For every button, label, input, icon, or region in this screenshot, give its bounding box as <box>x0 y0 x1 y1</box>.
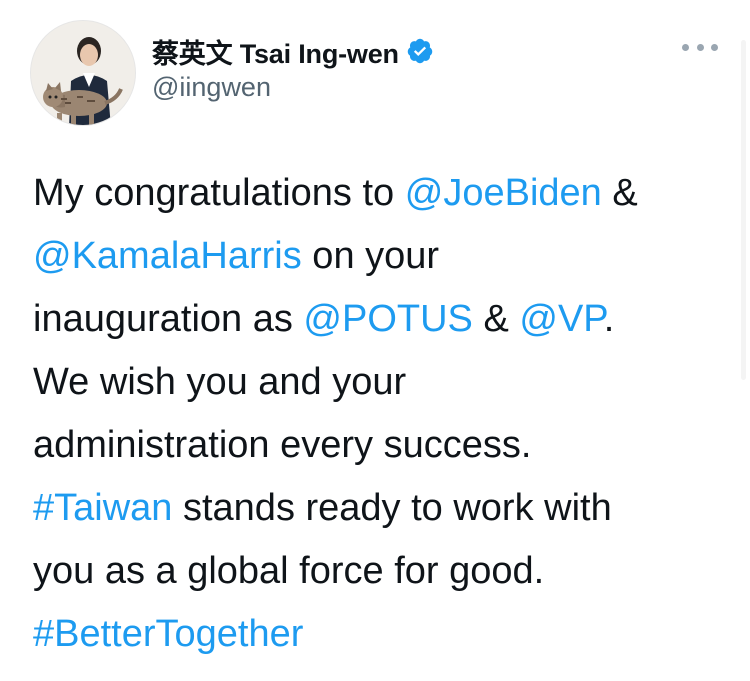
scrollbar-thumb[interactable] <box>741 40 746 380</box>
mention-link[interactable]: @POTUS <box>303 298 472 340</box>
mention-link[interactable]: @JoeBiden <box>405 172 602 214</box>
tweet-text-segment: . <box>603 298 615 340</box>
tweet-text-segment: administration every success. <box>33 424 532 466</box>
tweet-text-segment: & <box>472 298 520 340</box>
author-avatar[interactable] <box>30 20 136 126</box>
mention-link[interactable]: @KamalaHarris <box>33 235 302 277</box>
tweet-text-line: #Taiwan stands ready to work with <box>33 477 738 540</box>
tweet-text-line: My congratulations to @JoeBiden & <box>33 162 738 225</box>
tweet-text-line: #BetterTogether <box>33 603 738 666</box>
mention-link[interactable]: @VP <box>519 298 603 340</box>
more-options-icon[interactable] <box>682 36 718 58</box>
tweet-text-segment: stands ready to work with <box>172 487 612 529</box>
dot-icon <box>711 43 718 51</box>
tweet-text-segment: inauguration as <box>33 298 304 340</box>
display-name[interactable]: 蔡英文 Tsai Ing-wen <box>152 32 399 71</box>
dot-icon <box>682 43 689 51</box>
tweet-text-segment: & <box>601 172 638 214</box>
tweet-text-line: administration every success. <box>33 414 738 477</box>
tweet-text-segment: on your <box>301 235 440 277</box>
tweet-text-line: @KamalaHarris on your <box>33 225 738 288</box>
hashtag-link[interactable]: #Taiwan <box>33 487 172 529</box>
tweet-text-segment: you as a global force for good. <box>33 550 545 592</box>
author-handle[interactable]: @iingwen <box>152 72 271 103</box>
tweet-text-line: inauguration as @POTUS & @VP. <box>33 288 738 351</box>
tweet-text-segment: We wish you and your <box>33 361 407 403</box>
tweet-text-line: We wish you and your <box>33 351 738 414</box>
hashtag-link[interactable]: #BetterTogether <box>33 613 303 655</box>
tweet-text: My congratulations to @JoeBiden & @Kamala… <box>33 162 738 666</box>
tweet-text-segment: My congratulations to <box>33 172 405 214</box>
tweet-text-line: you as a global force for good. <box>33 540 738 603</box>
profile-photo-with-cat-icon <box>31 21 135 125</box>
tweet-card: 蔡英文 Tsai Ing-wen @iingwen My congratulat… <box>0 0 750 681</box>
author-name-row: 蔡英文 Tsai Ing-wen <box>152 31 434 71</box>
dot-icon <box>696 43 704 51</box>
verified-badge-icon <box>406 37 434 65</box>
scrollbar[interactable] <box>738 0 750 681</box>
